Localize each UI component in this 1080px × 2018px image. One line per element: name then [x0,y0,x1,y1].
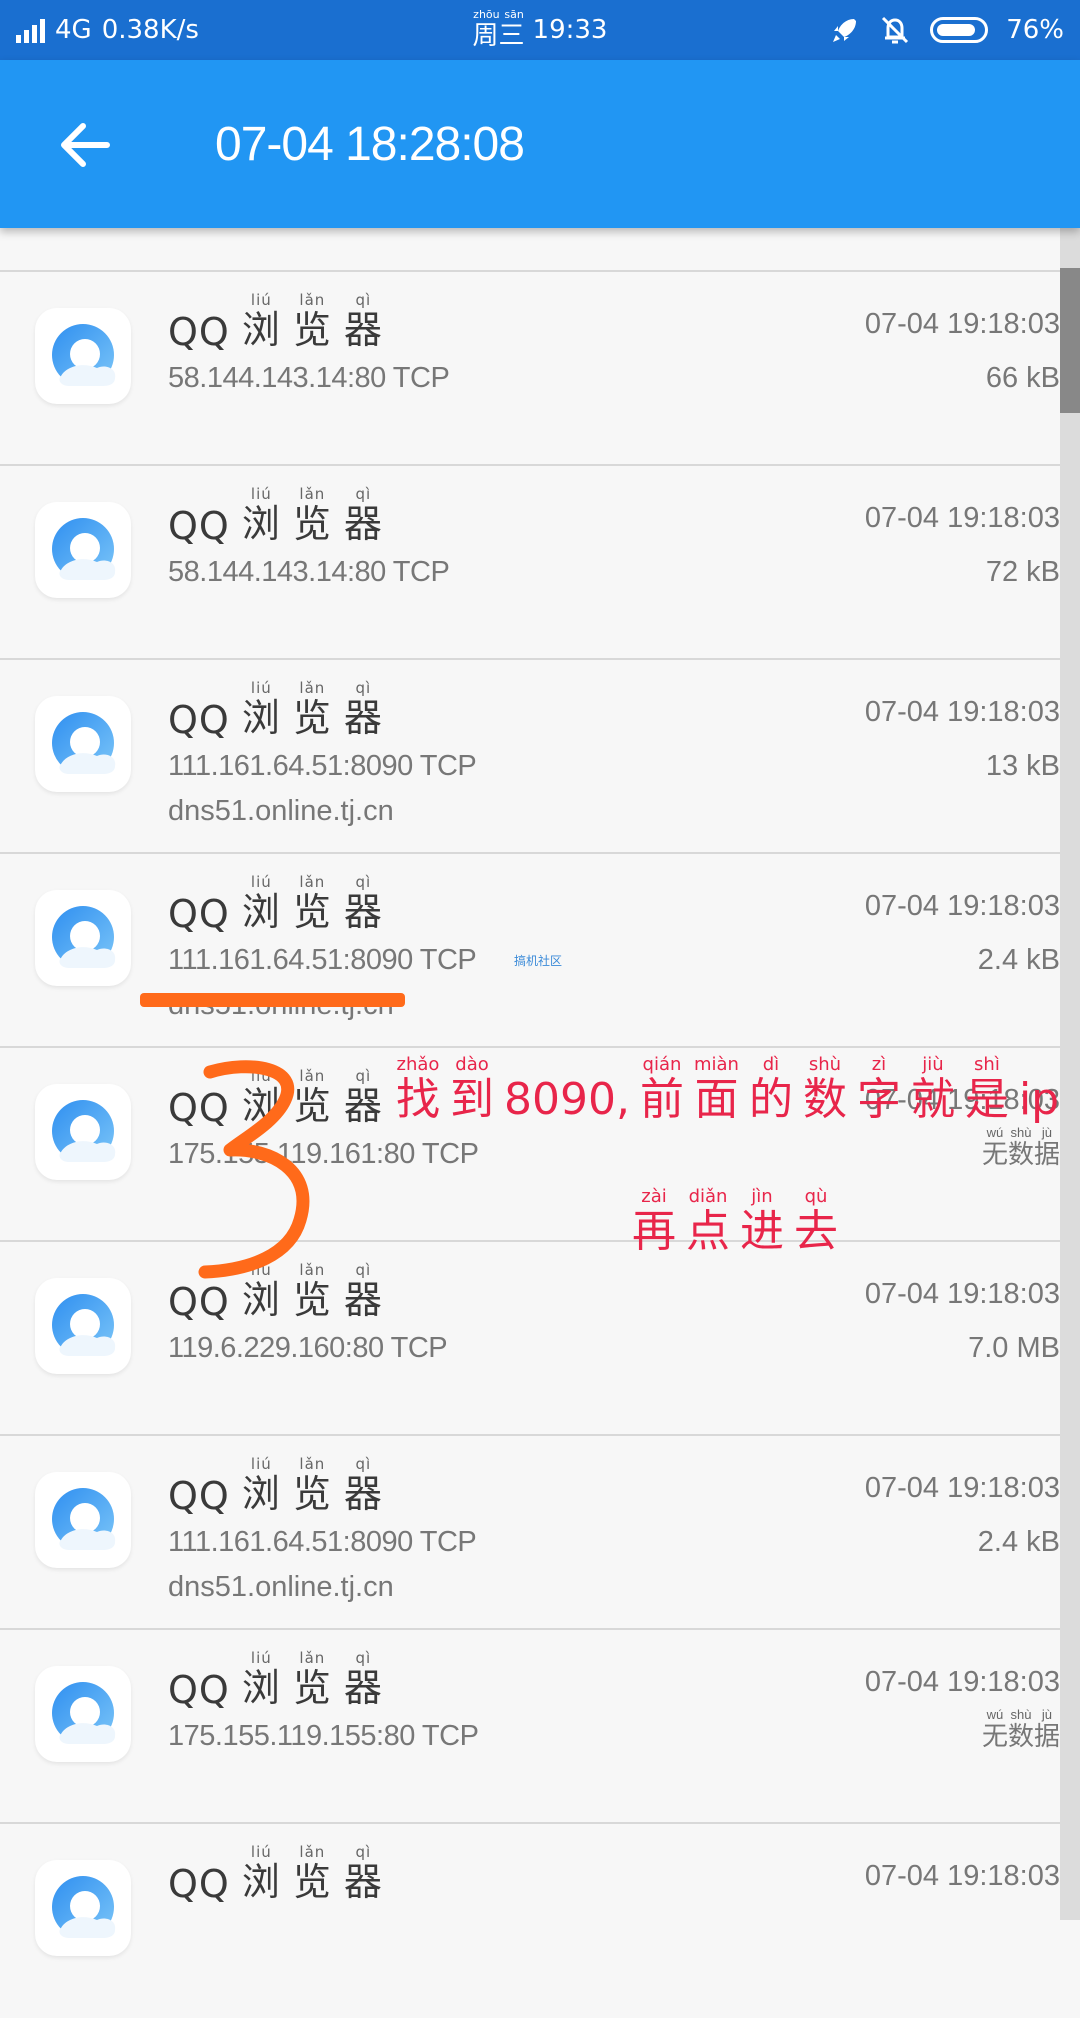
annotation-line-2: 再zài点diǎn进jìn去qù [632,1186,838,1257]
timestamp: 07-04 19:18:03 [864,1666,1060,1698]
weekday: 周三zhōu sān [472,7,525,51]
qq-browser-icon [35,1472,131,1568]
clock: 19:33 [532,15,608,45]
host-name: dns51.online.tj.cn [168,795,394,827]
data-size: 7.0 MB [968,1332,1060,1364]
battery-level: 76% [1006,15,1064,45]
remote-address: 58.144.143.14:80 TCP [168,556,450,588]
remote-address: 111.161.64.51:8090 TCP [168,944,477,976]
data-size: 无wú数shù据jù [981,1125,1060,1169]
annotation-digit-3 [198,1060,310,1279]
timestamp: 07-04 19:18:03 [864,1860,1060,1892]
app-name: QQ 浏liú 览lǎn 器qì [168,1649,383,1712]
scrollbar-thumb[interactable] [1060,268,1080,413]
app-name: QQ 浏liú 览lǎn 器qì [168,679,383,742]
timestamp: 07-04 19:18:03 [864,1472,1060,1504]
connection-row[interactable]: QQ浏liú览lǎn器qì111.161.64.51:8090 TCPdns51… [0,852,1060,1048]
remote-address: 175.155.119.155:80 TCP [168,1720,479,1752]
timestamp: 07-04 19:18:03 [864,890,1060,922]
qq-browser-icon [35,1666,131,1762]
app-name: QQ 浏liú 览lǎn 器qì [168,1843,383,1906]
timestamp: 07-04 19:18:03 [864,1278,1060,1310]
arrow-left-icon [61,123,110,167]
connection-row[interactable]: QQ 浏liú 览lǎn 器qì 58.144.143.14:80 TCP 07-04 1… [0,464,1060,660]
battery-icon [930,17,989,43]
watermark: 搞机社区 [514,954,563,968]
app-name: QQ 浏liú 览lǎn 器qì [168,873,383,936]
data-size: 13 kB [985,750,1060,782]
connection-row[interactable]: QQ 浏liú 览lǎn 器qì 175.155.119.155:80 TCP 07-04… [0,1628,1060,1824]
timestamp: 07-04 19:18:03 [864,308,1060,340]
connection-row[interactable]: QQ浏liú览lǎn器qì 111.161.64.51:8090 TCP dns51… [0,1434,1060,1630]
data-size: 无wú数shù据jù [981,1707,1060,1751]
connection-row[interactable]: QQ 浏liú 览lǎn 器qì 07-04 19:18:03 [0,1822,1060,2018]
connection-row[interactable]: QQ 浏liú 览lǎn 器qì 58.144.143.14:80 TCP 07-04 1… [0,270,1060,466]
bell-muted-icon [882,16,909,44]
qq-browser-icon [35,696,131,792]
page-title: 07-04 18:28:08 [215,117,525,171]
remote-address: 111.161.64.51:8090 TCP [168,750,477,782]
data-size: 2.4 kB [977,944,1060,976]
host-name: dns51.online.tj.cn [168,1571,394,1603]
status-bar: 4G 0.38K/s 周三zhōu sān 19:33 76% [0,0,1080,60]
qq-browser-icon [35,890,131,986]
data-size: 66 kB [985,362,1060,394]
timestamp: 07-04 19:18:03 [864,696,1060,728]
remote-address: 58.144.143.14:80 TCP [168,362,450,394]
rocket-icon [833,19,857,42]
app-name: QQ 浏liú 览lǎn 器qì [168,291,383,354]
remote-address: 119.6.229.160:80 TCP [168,1332,448,1364]
timestamp: 07-04 19:18:03 [864,502,1060,534]
app-name: QQ 浏liú 览lǎn 器qì [168,1455,383,1518]
remote-address: 111.161.64.51:8090 TCP [168,1526,477,1558]
annotation-underline [140,993,405,1007]
back-button[interactable] [50,110,120,180]
annotation-line-1: 找zhǎo到dào8090, 前qián面miàn的dì数shù字zì就jiù是s… [396,1054,1060,1125]
qq-browser-icon [35,308,131,404]
data-size: 2.4 kB [977,1526,1060,1558]
connection-row[interactable]: QQ 浏liú 览lǎn 器qì 119.6.229.160:80 TCP 07-04 1… [0,1240,1060,1436]
app-bar: 07-04 18:28:08 [0,60,1080,228]
qq-browser-icon [35,502,131,598]
data-size: 72 kB [985,556,1060,588]
qq-browser-icon [35,1860,131,1956]
qq-browser-icon [35,1278,131,1374]
qq-browser-icon [35,1084,131,1180]
connection-row[interactable]: QQ浏liú览lǎn器qì 111.161.64.51:8090 TCP dns51… [0,658,1060,854]
app-name: QQ 浏liú 览lǎn 器qì [168,485,383,548]
